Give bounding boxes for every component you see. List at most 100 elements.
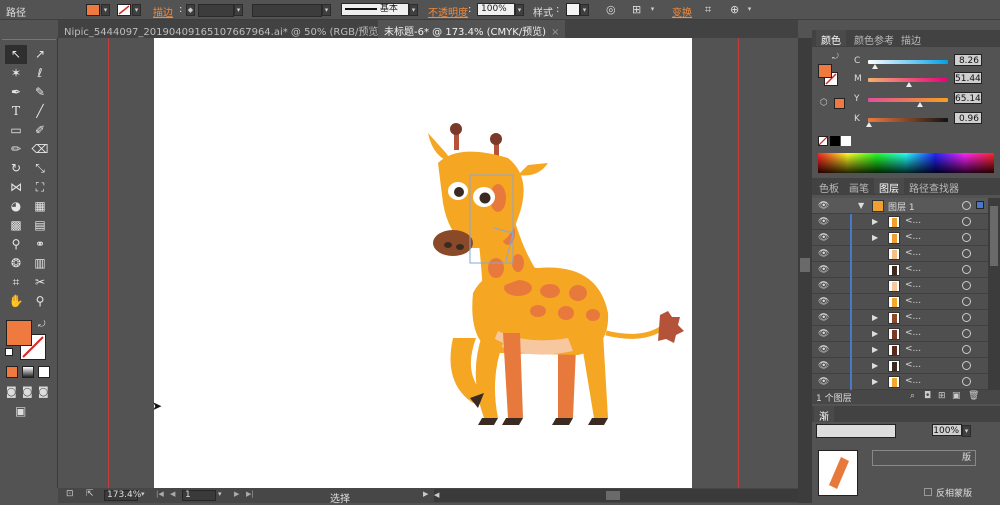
target-circle-icon[interactable] <box>962 377 971 386</box>
channel-m-value[interactable]: 51.44 <box>954 72 982 84</box>
target-circle-icon[interactable] <box>962 345 971 354</box>
sublayer-row[interactable]: 👁 ▶ <... <box>812 374 988 390</box>
variable-width-field[interactable] <box>252 4 322 17</box>
eraser-tool-icon[interactable]: ⌫ <box>29 140 51 159</box>
paintbrush-tool-icon[interactable]: ✐ <box>29 121 51 140</box>
draw-normal-icon[interactable]: ◙ <box>6 385 17 398</box>
visibility-eye-icon[interactable]: 👁 <box>818 361 830 371</box>
expand-arrow-icon[interactable]: ▶ <box>872 313 878 322</box>
layer-row-top[interactable]: 👁 ▼ 图层 1 <box>812 198 988 214</box>
magic-wand-tool-icon[interactable]: ✶ <box>5 64 27 83</box>
expand-arrow-icon[interactable]: ▶ <box>872 345 878 354</box>
swap-colors-icon[interactable]: ⤾ <box>38 320 46 330</box>
direct-selection-tool-icon[interactable]: ↗ <box>29 45 51 64</box>
target-circle-icon[interactable] <box>962 249 971 258</box>
white-color-button[interactable] <box>841 136 851 146</box>
tab-layers[interactable]: 图层 <box>874 178 904 195</box>
status-menu-arrow[interactable]: ▶ <box>423 490 428 498</box>
color-mode-button[interactable] <box>6 366 18 378</box>
visibility-eye-icon[interactable]: 👁 <box>818 297 830 307</box>
none-mode-button[interactable] <box>38 366 50 378</box>
stroke-weight-field[interactable] <box>198 4 234 17</box>
gradient-tool-icon[interactable]: ▤ <box>29 216 51 235</box>
scroll-left-icon[interactable]: ◀ <box>434 491 439 499</box>
target-circle-icon[interactable] <box>962 313 971 322</box>
export-icon[interactable]: ⇱ <box>86 489 94 499</box>
expand-arrow-icon[interactable]: ▶ <box>872 217 878 226</box>
stroke-dropdown[interactable]: ▾ <box>132 4 141 16</box>
pen-tool-icon[interactable]: ✒ <box>5 83 27 102</box>
visibility-eye-icon[interactable]: 👁 <box>818 329 830 339</box>
target-circle-icon[interactable] <box>962 201 971 210</box>
swap-fill-stroke-icon[interactable]: ⤾ <box>832 52 839 62</box>
tab-color-guide[interactable]: 颜色参考 <box>849 30 899 47</box>
channel-y-thumb[interactable] <box>917 102 924 107</box>
align-dropdown[interactable]: ▾ <box>648 4 657 16</box>
slice-tool-icon[interactable]: ✂ <box>29 273 51 292</box>
hand-tool-icon[interactable]: ✋ <box>5 292 27 311</box>
pencil-tool-icon[interactable]: ✏ <box>5 140 27 159</box>
channel-m-thumb[interactable] <box>906 82 913 87</box>
stroke-label[interactable]: 描边 <box>153 4 173 19</box>
target-circle-icon[interactable] <box>962 361 971 370</box>
isolate-icon[interactable]: ⌗ <box>705 3 711 17</box>
panel-grip[interactable] <box>2 39 56 43</box>
expand-arrow-icon[interactable]: ▶ <box>872 377 878 386</box>
rotate-tool-icon[interactable]: ↻ <box>5 159 27 178</box>
lasso-tool-icon[interactable]: ℓ <box>29 64 51 83</box>
channel-y-slider[interactable] <box>868 98 948 102</box>
invert-mask-checkbox[interactable] <box>924 488 932 496</box>
symbol-sprayer-tool-icon[interactable]: ❂ <box>5 254 27 273</box>
tab-pathfinder[interactable]: 路径查找器 <box>904 178 964 195</box>
rectangle-tool-icon[interactable]: ▭ <box>5 121 27 140</box>
gradient-mode-button[interactable] <box>22 366 34 378</box>
new-sublayer-icon[interactable]: ⊞ <box>938 391 946 401</box>
perspective-grid-tool-icon[interactable]: ▦ <box>29 197 51 216</box>
type-tool-icon[interactable]: T <box>5 102 27 121</box>
zoom-field[interactable]: 173.4% <box>104 490 141 501</box>
style-dropdown[interactable]: ▾ <box>580 4 589 16</box>
curvature-tool-icon[interactable]: ✎ <box>29 83 51 102</box>
draw-behind-icon[interactable]: ◙ <box>22 385 33 398</box>
horizontal-scrollbar[interactable]: ◀ <box>434 489 798 502</box>
sublayer-row[interactable]: 👁 ▶ <... <box>812 342 988 358</box>
mesh-tool-icon[interactable]: ▩ <box>5 216 27 235</box>
artboard-number-field[interactable]: 1 <box>182 490 216 501</box>
line-tool-icon[interactable]: ╱ <box>29 102 51 121</box>
expand-arrow-icon[interactable]: ▼ <box>858 201 864 210</box>
recolor-icon[interactable]: ◎ <box>606 3 616 16</box>
stroke-profile-dropdown[interactable]: ▾ <box>409 4 418 16</box>
opacity-dropdown[interactable]: ▾ <box>515 4 524 16</box>
artboard-nav-icon[interactable]: ⊡ <box>66 489 74 499</box>
stroke-weight-stepper[interactable]: ◆ <box>186 4 195 16</box>
new-layer-icon[interactable]: ▣ <box>952 391 961 401</box>
expand-arrow-icon[interactable]: ▶ <box>872 329 878 338</box>
layers-scrollbar-thumb[interactable] <box>990 206 998 266</box>
color-spectrum[interactable] <box>818 153 994 173</box>
fill-dropdown[interactable]: ▾ <box>101 4 110 16</box>
layers-scrollbar[interactable] <box>988 198 1000 390</box>
sublayer-row[interactable]: 👁 <... <box>812 294 988 310</box>
default-colors-icon[interactable] <box>5 348 13 356</box>
channel-c-value[interactable]: 8.26 <box>954 54 982 66</box>
target-circle-icon[interactable] <box>962 217 971 226</box>
channel-k-slider[interactable] <box>868 118 948 122</box>
visibility-eye-icon[interactable]: 👁 <box>818 249 830 259</box>
variable-width-dropdown[interactable]: ▾ <box>322 4 331 16</box>
stroke-weight-dropdown[interactable]: ▾ <box>234 4 243 16</box>
fill-swatch[interactable] <box>86 4 100 16</box>
arrange-dropdown[interactable]: ▾ <box>745 4 754 16</box>
scrollbar-thumb[interactable] <box>800 258 810 272</box>
channel-y-value[interactable]: 65.14 <box>954 92 982 104</box>
giraffe-artwork[interactable] <box>398 83 698 433</box>
prev-artboard-icon[interactable]: ◀ <box>170 490 175 498</box>
opacity-field[interactable]: 100% <box>477 3 515 16</box>
expand-arrow-icon[interactable]: ▶ <box>872 361 878 370</box>
tab-color[interactable]: 颜色 <box>816 30 846 47</box>
vertical-scrollbar[interactable] <box>798 38 812 503</box>
first-artboard-icon[interactable]: |◀ <box>156 490 164 498</box>
tab-stroke[interactable]: 描边 <box>896 30 926 47</box>
sublayer-row[interactable]: 👁 ▶ <... <box>812 214 988 230</box>
visibility-eye-icon[interactable]: 👁 <box>818 217 830 227</box>
channel-c-slider[interactable] <box>868 60 948 64</box>
